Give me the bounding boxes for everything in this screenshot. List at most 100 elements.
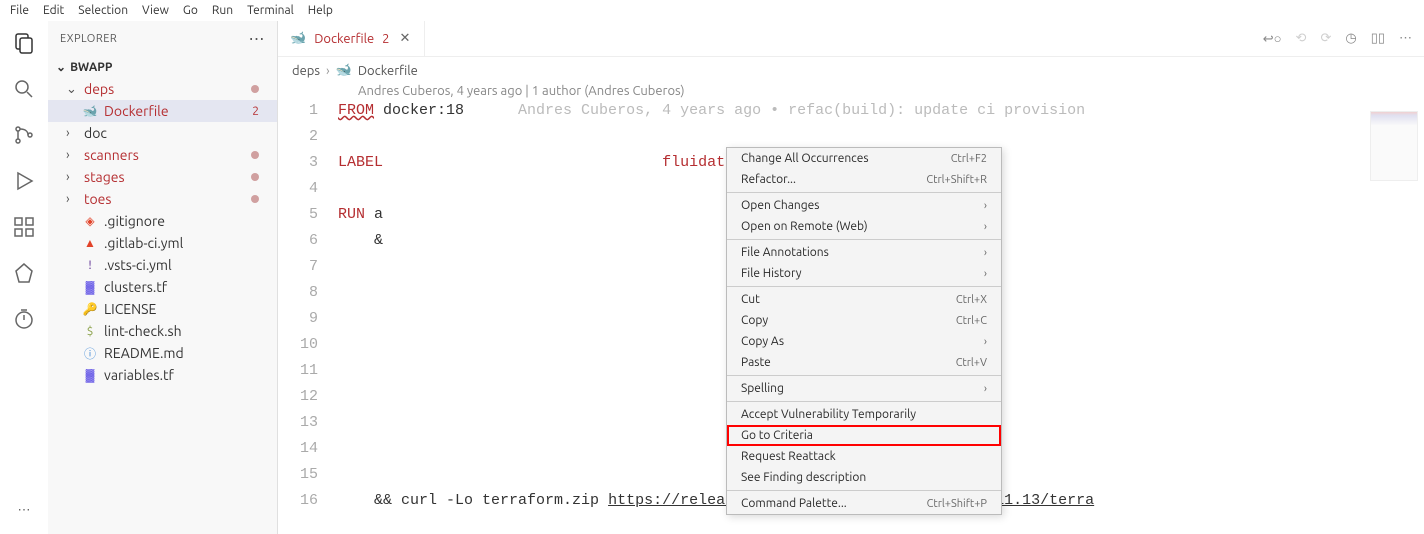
activitybar: ⋯ <box>0 21 48 534</box>
line-number: 14 <box>278 436 338 462</box>
next-change-icon[interactable]: ⟳ <box>1320 31 1331 47</box>
menu-item-see-finding[interactable]: See Finding description <box>727 467 1001 488</box>
sidebar-title: EXPLORER <box>60 33 117 45</box>
diff-icon[interactable]: ◷ <box>1345 31 1356 47</box>
modified-dot-icon <box>251 195 259 203</box>
breadcrumb[interactable]: deps › 🐋 Dockerfile <box>278 57 1424 84</box>
git-icon: ◈ <box>82 213 98 229</box>
menu-item-command-palette[interactable]: Command Palette...Ctrl+Shift+P <box>727 493 1001 514</box>
line-number: 10 <box>278 332 338 358</box>
line-number: 11 <box>278 358 338 384</box>
sidebar-item-license[interactable]: 🔑LICENSE <box>48 298 277 320</box>
line-number: 13 <box>278 410 338 436</box>
line-number: 16 <box>278 488 338 514</box>
tab-bar: 🐋 Dockerfile 2 ✕ ↩○ ⟲ ⟳ ◷ ▯▯ ⋯ <box>278 21 1424 57</box>
sidebar-item-gitlab-ci[interactable]: ▲.gitlab-ci.yml <box>48 232 277 254</box>
tab-dockerfile[interactable]: 🐋 Dockerfile 2 ✕ <box>278 21 425 56</box>
menu-file[interactable]: File <box>4 2 35 19</box>
docker-icon: 🐋 <box>82 103 98 119</box>
sidebar-header: EXPLORER ⋯ <box>48 21 277 56</box>
line-number: 2 <box>278 124 338 150</box>
sidebar-item-gitignore[interactable]: ◈.gitignore <box>48 210 277 232</box>
minimap[interactable] <box>1370 111 1418 181</box>
tree-root[interactable]: ⌄BWAPP <box>48 56 277 78</box>
menu-item-file-annotations[interactable]: File Annotations› <box>727 242 1001 263</box>
menu-item-paste[interactable]: PasteCtrl+V <box>727 352 1001 373</box>
menu-item-change-all[interactable]: Change All OccurrencesCtrl+F2 <box>727 148 1001 169</box>
menu-item-open-remote[interactable]: Open on Remote (Web)› <box>727 216 1001 237</box>
menubar: File Edit Selection View Go Run Terminal… <box>0 0 1424 21</box>
line-number: 12 <box>278 384 338 410</box>
menu-item-copy-as[interactable]: Copy As› <box>727 331 1001 352</box>
tab-label: Dockerfile <box>314 32 374 46</box>
chevron-right-icon: › <box>326 64 330 78</box>
sidebar-item-clusters-tf[interactable]: ▓clusters.tf <box>48 276 277 298</box>
line-number: 3 <box>278 150 338 176</box>
line-number: 9 <box>278 306 338 332</box>
menu-item-refactor[interactable]: Refactor...Ctrl+Shift+R <box>727 169 1001 190</box>
shell-icon: $ <box>82 323 98 339</box>
search-icon[interactable] <box>12 77 36 101</box>
menu-selection[interactable]: Selection <box>72 2 134 19</box>
sidebar-item-readme[interactable]: ⓘREADME.md <box>48 342 277 364</box>
sidebar-item-vsts-ci[interactable]: !.vsts-ci.yml <box>48 254 277 276</box>
sidebar-item-variables-tf[interactable]: ▓variables.tf <box>48 364 277 386</box>
modified-dot-icon <box>251 85 259 93</box>
split-editor-icon[interactable]: ▯▯ <box>1371 31 1385 47</box>
sidebar-item-deps[interactable]: ⌄deps <box>48 78 277 100</box>
menu-item-request-reattack[interactable]: Request Reattack <box>727 446 1001 467</box>
revert-icon[interactable]: ↩○ <box>1263 31 1282 47</box>
menu-item-go-to-criteria[interactable]: Go to Criteria <box>727 425 1001 446</box>
menu-view[interactable]: View <box>136 2 175 19</box>
sidebar-more-icon[interactable]: ⋯ <box>249 29 266 48</box>
sidebar-item-scanners[interactable]: ›scanners <box>48 144 277 166</box>
chevron-right-icon: › <box>984 200 987 212</box>
file-tree: ⌄BWAPP ⌄deps 🐋Dockerfile2 ›doc ›scanners… <box>48 56 277 534</box>
line-number: 5 <box>278 202 338 228</box>
terraform-icon: ▓ <box>82 279 98 295</box>
prev-change-icon[interactable]: ⟲ <box>1296 31 1307 47</box>
line-number: 6 <box>278 228 338 254</box>
terraform-icon: ▓ <box>82 367 98 383</box>
editor-area: 🐋 Dockerfile 2 ✕ ↩○ ⟲ ⟳ ◷ ▯▯ ⋯ deps › 🐋 … <box>278 21 1424 534</box>
tab-actions: ↩○ ⟲ ⟳ ◷ ▯▯ ⋯ <box>1263 31 1424 47</box>
menu-item-file-history[interactable]: File History› <box>727 263 1001 284</box>
menu-item-cut[interactable]: CutCtrl+X <box>727 289 1001 310</box>
menu-terminal[interactable]: Terminal <box>241 2 300 19</box>
menu-item-open-changes[interactable]: Open Changes› <box>727 195 1001 216</box>
close-tab-icon[interactable]: ✕ <box>398 31 413 46</box>
source-control-icon[interactable] <box>12 123 36 147</box>
modified-dot-icon <box>251 173 259 181</box>
sidebar-item-lint-check[interactable]: $lint-check.sh <box>48 320 277 342</box>
codelens[interactable]: Andres Cuberos, 4 years ago | 1 author (… <box>278 84 1424 98</box>
timer-icon[interactable] <box>12 307 36 331</box>
line-number: 7 <box>278 254 338 280</box>
line-number: 15 <box>278 462 338 488</box>
chevron-right-icon: › <box>984 383 987 395</box>
breadcrumb-seg[interactable]: deps <box>292 64 320 78</box>
menu-run[interactable]: Run <box>206 2 239 19</box>
chevron-right-icon: › <box>984 247 987 259</box>
menu-item-spelling[interactable]: Spelling› <box>727 378 1001 399</box>
problems-badge: 2 <box>252 105 259 118</box>
breadcrumb-seg[interactable]: Dockerfile <box>358 64 418 78</box>
gitlab-icon[interactable] <box>12 261 36 285</box>
menu-item-copy[interactable]: CopyCtrl+C <box>727 310 1001 331</box>
sidebar-item-toes[interactable]: ›toes <box>48 188 277 210</box>
more-actions-icon[interactable]: ⋯ <box>1399 31 1412 47</box>
sidebar-item-doc[interactable]: ›doc <box>48 122 277 144</box>
menu-edit[interactable]: Edit <box>37 2 70 19</box>
chevron-right-icon: › <box>984 268 987 280</box>
more-icon[interactable]: ⋯ <box>12 498 36 522</box>
menu-item-accept-vuln[interactable]: Accept Vulnerability Temporarily <box>727 404 1001 425</box>
explorer-icon[interactable] <box>12 31 36 55</box>
modified-dot-icon <box>251 151 259 159</box>
menu-help[interactable]: Help <box>302 2 339 19</box>
tab-badge: 2 <box>382 32 389 46</box>
sidebar-item-stages[interactable]: ›stages <box>48 166 277 188</box>
run-debug-icon[interactable] <box>12 169 36 193</box>
extensions-icon[interactable] <box>12 215 36 239</box>
sidebar-item-dockerfile[interactable]: 🐋Dockerfile2 <box>48 100 277 122</box>
menu-go[interactable]: Go <box>177 2 204 19</box>
line-number: 8 <box>278 280 338 306</box>
